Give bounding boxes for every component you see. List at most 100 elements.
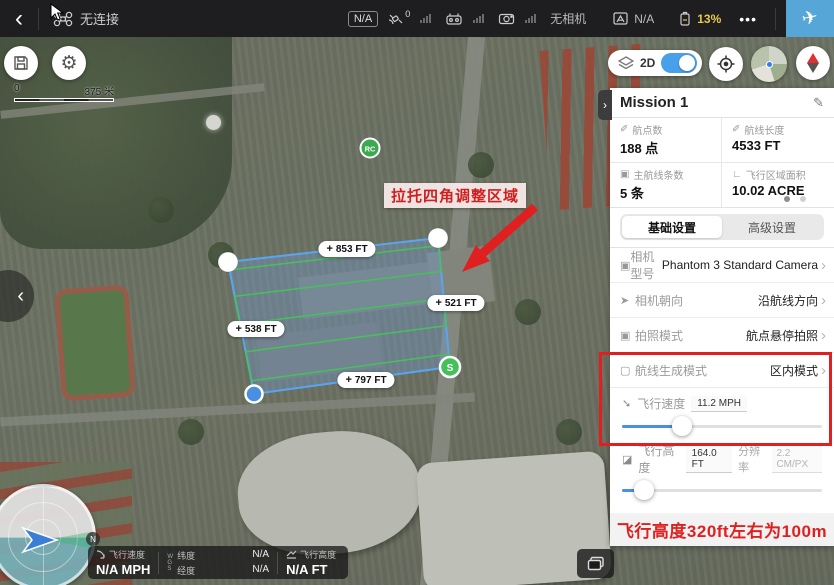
row-value: 区内模式 <box>770 362 818 379</box>
row-camera-direction[interactable]: ➤ 相机朝向 沿航线方向 › <box>610 283 834 318</box>
divider <box>38 8 39 30</box>
row-route-mode[interactable]: ▢ 航线生成模式 区内模式 › <box>610 353 834 388</box>
row-label: 拍照模式 <box>635 327 683 344</box>
compass-north-needle-icon <box>807 53 819 63</box>
stat-value: 5 条 <box>620 183 711 202</box>
speed-icon: ➘ <box>622 397 631 410</box>
mouse-cursor <box>50 3 64 23</box>
telemetry-lng-label: 经度 <box>177 564 195 577</box>
route-icon: ✐ <box>732 124 740 135</box>
crosshair-icon: + <box>235 323 241 335</box>
stat-value: 4533 FT <box>732 138 824 153</box>
direction-icon: ➤ <box>620 294 635 307</box>
telemetry-lat-label: 纬度 <box>177 549 195 562</box>
aircraft-heading-arrow <box>23 528 57 552</box>
flight-mode-value: N/A <box>634 12 654 26</box>
stat-label: 航点数 <box>632 122 662 137</box>
stat-area: ∟ 飞行区域面积 10.02 ACRE <box>722 163 834 207</box>
tab-basic-settings[interactable]: 基础设置 <box>622 216 722 238</box>
speed-value-box[interactable]: 11.2 MPH <box>691 396 747 412</box>
airplane-icon: ✈ <box>800 6 820 32</box>
tab-advanced-settings[interactable]: 高级设置 <box>722 216 822 238</box>
satellite-signal-bars <box>420 14 431 23</box>
satellite-icon <box>388 12 404 26</box>
compass-reset-button[interactable] <box>796 46 830 80</box>
camera-signal-bars <box>525 14 536 23</box>
altitude-annotation-note: 飞行高度320ft左右为100m <box>610 513 834 546</box>
edge-length-value: 521 FT <box>445 298 477 309</box>
battery-icon <box>678 11 692 26</box>
row-value: 航点悬停拍照 <box>746 327 818 344</box>
edge-length-value: 538 FT <box>245 324 277 335</box>
telemetry-speed-label: 飞行速度 <box>109 548 145 561</box>
stat-value: 188 点 <box>620 138 711 157</box>
gps-mode-badge: N/A <box>348 11 378 27</box>
speed-slider-label: 飞行速度 <box>637 395 685 412</box>
crosshair-icon: + <box>326 243 332 255</box>
edge-length-badge: + 538 FT <box>227 321 284 337</box>
speed-slider-thumb[interactable] <box>672 416 692 436</box>
map-mode-pill: 2D <box>608 50 702 76</box>
stats-page-dots[interactable] <box>784 196 806 202</box>
map-2d-label: 2D <box>640 56 655 70</box>
save-icon <box>13 55 29 71</box>
back-button[interactable]: ‹ <box>0 0 38 37</box>
telemetry-alt-value: N/A FT <box>286 562 336 577</box>
edge-length-badge: + 853 FT <box>318 241 375 257</box>
resolution-value: 2.2 CM/PX <box>772 446 822 473</box>
telemetry-lng-value: N/A <box>252 564 269 577</box>
save-mission-button[interactable] <box>4 46 38 80</box>
camera-status-label: 无相机 <box>550 10 586 27</box>
collapse-panel-tab[interactable]: › <box>598 90 612 120</box>
altitude-slider[interactable] <box>622 480 822 500</box>
chevron-right-icon: › <box>821 362 826 379</box>
row-value: 沿航线方向 <box>758 292 818 309</box>
connection-label: 无连接 <box>80 9 119 28</box>
wgs-letter: S <box>167 566 173 572</box>
stat-label: 航线长度 <box>744 122 784 137</box>
altitude-icon <box>286 550 297 559</box>
telemetry-speed-value: N/A MPH <box>96 562 150 577</box>
row-label: 航线生成模式 <box>635 362 707 379</box>
mission-panel: Mission 1 ✎ ✐ 航点数 188 点 ✐ 航线长度 4533 FT ▣ 主航… <box>610 88 834 546</box>
top-status-bar: ‹ 无连接 N/A 0 <box>0 0 834 37</box>
row-camera-model[interactable]: ▣ 相机型号 Phantom 3 Standard Camera › <box>610 248 834 283</box>
settings-tabs: 基础设置 高级设置 <box>610 208 834 248</box>
edit-mission-icon[interactable]: ✎ <box>813 95 824 111</box>
satellite-count: 0 <box>405 9 410 19</box>
screenshots-button[interactable] <box>577 549 614 578</box>
minimap-button[interactable] <box>751 46 787 82</box>
telemetry-lat-value: N/A <box>252 549 269 562</box>
crosshair-icon: + <box>345 374 351 386</box>
chevron-right-icon: › <box>821 327 826 344</box>
stat-label: 飞行区域面积 <box>746 167 806 182</box>
more-menu-button[interactable]: ••• <box>731 11 765 27</box>
crosshair-icon: + <box>435 297 441 309</box>
altitude-value-box[interactable]: 164.0 FT <box>686 446 732 473</box>
mission-header: Mission 1 ✎ <box>610 88 834 118</box>
takeoff-button[interactable]: ✈ <box>786 0 834 37</box>
layers-icon <box>618 56 634 70</box>
map-2d-toggle[interactable] <box>661 53 697 73</box>
lines-icon: ▣ <box>620 169 629 180</box>
shutter-icon: ▣ <box>620 329 635 342</box>
row-label: 相机朝向 <box>635 292 683 309</box>
row-photo-mode[interactable]: ▣ 拍照模式 航点悬停拍照 › <box>610 318 834 353</box>
attitude-compass-widget[interactable] <box>0 484 96 585</box>
speed-slider[interactable] <box>622 416 822 436</box>
edge-length-value: 797 FT <box>355 375 387 386</box>
divider <box>775 8 776 30</box>
stat-route-length: ✐ 航线长度 4533 FT <box>722 118 834 163</box>
compass-south-needle-icon <box>807 63 819 73</box>
ruler-icon: ∟ <box>732 169 742 180</box>
battery-percent: 13% <box>697 12 721 26</box>
mission-settings-button[interactable]: ⚙ <box>52 46 86 80</box>
photos-stack-icon <box>587 556 605 571</box>
altitude-slider-thumb[interactable] <box>634 480 654 500</box>
locate-button[interactable] <box>709 47 743 81</box>
camera-icon: ▣ <box>620 259 630 272</box>
stat-value: 10.02 ACRE <box>732 183 824 198</box>
stat-main-lines: ▣ 主航线条数 5 条 <box>610 163 722 207</box>
camera-signal-icon <box>498 12 515 25</box>
stat-label: 主航线条数 <box>633 167 683 182</box>
